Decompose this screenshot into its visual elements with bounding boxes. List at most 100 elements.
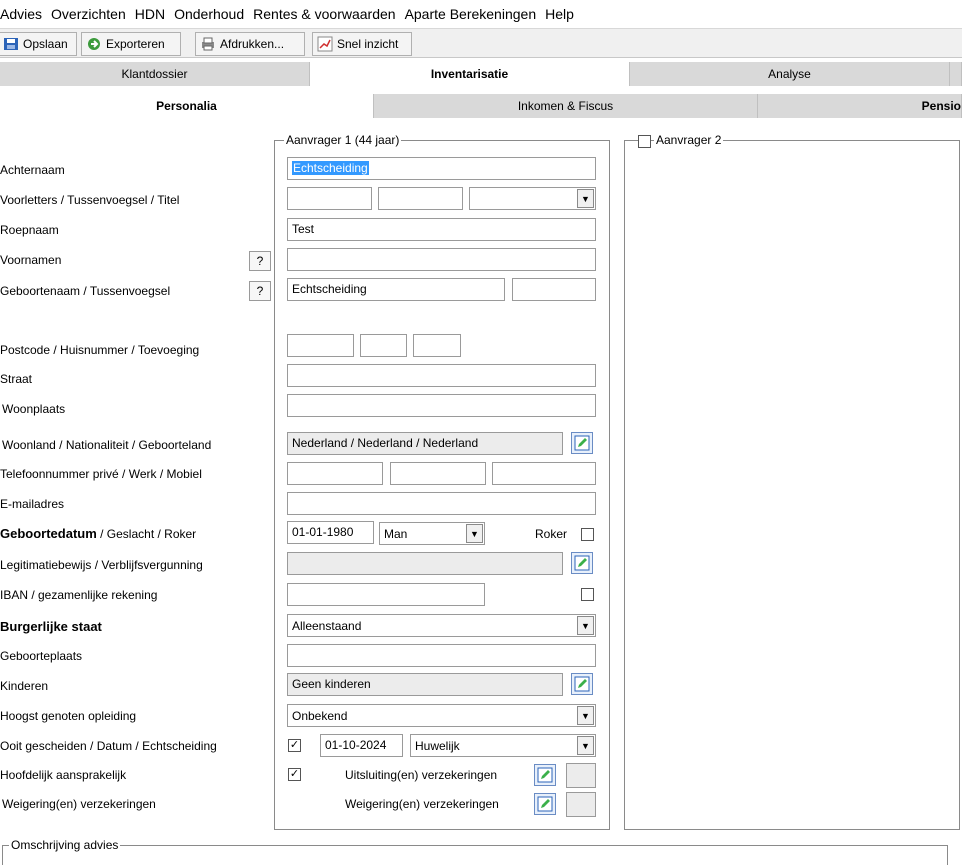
applicant1-label: Aanvrager 1 (44 jaar) bbox=[284, 133, 402, 147]
tussenvoegsel-input[interactable] bbox=[378, 187, 463, 210]
echtscheiding-select[interactable]: Huwelijk ▼ bbox=[410, 734, 596, 757]
tab-klantdossier[interactable]: Klantdossier bbox=[0, 62, 310, 86]
email-input[interactable] bbox=[287, 492, 596, 515]
label-straat: Straat bbox=[0, 372, 33, 386]
edit-icon bbox=[574, 676, 590, 692]
kinderen-input[interactable]: Geen kinderen bbox=[287, 673, 563, 696]
menu-hdn[interactable]: HDN bbox=[131, 6, 170, 22]
tab-analyse[interactable]: Analyse bbox=[630, 62, 950, 86]
burgerlijke-staat-select[interactable]: Alleenstaand ▼ bbox=[287, 614, 596, 637]
label-legitimatie: Legitimatiebewijs / Verblijfsvergunning bbox=[0, 558, 203, 572]
woonland-edit-button[interactable] bbox=[571, 432, 593, 454]
toevoeging-input[interactable] bbox=[413, 334, 461, 357]
chevron-down-icon: ▼ bbox=[577, 616, 594, 635]
telefoon-mobiel-input[interactable] bbox=[492, 462, 596, 485]
menu-onderhoud[interactable]: Onderhoud bbox=[170, 6, 249, 22]
tab-inventarisatie[interactable]: Inventarisatie bbox=[310, 62, 630, 86]
toolbar: Opslaan Exporteren Afdrukken... Snel inz… bbox=[0, 28, 962, 58]
uitsluiting-edit-button[interactable] bbox=[534, 764, 556, 786]
edit-icon bbox=[537, 767, 553, 783]
label-woonland: Woonland / Nationaliteit / Geboorteland bbox=[2, 438, 212, 452]
roepnaam-input[interactable]: Test bbox=[287, 218, 596, 241]
label-uitsluiting: Uitsluiting(en) verzekeringen bbox=[345, 768, 498, 782]
label-gescheiden: Ooit gescheiden / Datum / Echtscheiding bbox=[0, 739, 217, 753]
chevron-down-icon: ▼ bbox=[577, 706, 594, 725]
achternaam-input[interactable]: Echtscheiding bbox=[287, 157, 596, 180]
titel-select[interactable]: ▼ bbox=[469, 187, 596, 210]
applicant2-checkbox[interactable] bbox=[638, 135, 651, 148]
gezamenlijke-rekening-checkbox[interactable] bbox=[581, 588, 594, 601]
iban-input[interactable] bbox=[287, 583, 485, 606]
voornamen-input[interactable] bbox=[287, 248, 596, 271]
telefoon-werk-input[interactable] bbox=[390, 462, 486, 485]
hoofdelijk-checkbox[interactable]: ✓ bbox=[288, 768, 301, 781]
edit-icon bbox=[574, 435, 590, 451]
voornamen-help-button[interactable]: ? bbox=[249, 251, 271, 271]
voorletters-input[interactable] bbox=[287, 187, 372, 210]
geboortenaam-input[interactable]: Echtscheiding bbox=[287, 278, 505, 301]
tab-more[interactable] bbox=[950, 62, 962, 86]
export-button[interactable]: Exporteren bbox=[81, 32, 181, 56]
roker-checkbox[interactable] bbox=[581, 528, 594, 541]
export-icon bbox=[86, 36, 102, 52]
label-kinderen: Kinderen bbox=[0, 679, 49, 693]
weigering-count bbox=[566, 792, 596, 817]
menu-bar: Advies Overzichten HDN Onderhoud Rentes … bbox=[0, 0, 962, 28]
printer-icon bbox=[200, 36, 216, 52]
save-icon bbox=[3, 36, 19, 52]
geboortedatum-input[interactable]: 01-01-1980 bbox=[287, 521, 374, 544]
edit-icon bbox=[574, 555, 590, 571]
applicant2-label: Aanvrager 2 bbox=[654, 133, 724, 147]
omschrijving-group bbox=[2, 845, 948, 865]
geboortenaam-help-button[interactable]: ? bbox=[249, 281, 271, 301]
quick-insight-button[interactable]: Snel inzicht bbox=[312, 32, 412, 56]
scheidingsdatum-input[interactable]: 01-10-2024 bbox=[320, 734, 403, 757]
label-woonplaats: Woonplaats bbox=[2, 402, 66, 416]
legitimatie-edit-button[interactable] bbox=[571, 552, 593, 574]
omschrijving-label: Omschrijving advies bbox=[9, 838, 121, 852]
label-weigering: Weigering(en) verzekeringen bbox=[2, 797, 156, 811]
label-voornamen: Voornamen bbox=[0, 253, 62, 267]
tab-personalia[interactable]: Personalia bbox=[0, 94, 374, 118]
label-telefoon: Telefoonnummer privé / Werk / Mobiel bbox=[0, 467, 202, 481]
weigering-edit-button[interactable] bbox=[534, 793, 556, 815]
menu-rentes[interactable]: Rentes & voorwaarden bbox=[249, 6, 400, 22]
label-voorletters: Voorletters / Tussenvoegsel / Titel bbox=[0, 193, 180, 207]
tab-pensioen[interactable]: Pensio bbox=[758, 94, 962, 118]
straat-input[interactable] bbox=[287, 364, 596, 387]
label-iban: IBAN / gezamenlijke rekening bbox=[0, 588, 158, 602]
kinderen-edit-button[interactable] bbox=[571, 673, 593, 695]
postcode-input[interactable] bbox=[287, 334, 354, 357]
opleiding-select[interactable]: Onbekend ▼ bbox=[287, 704, 596, 727]
uitsluiting-count bbox=[566, 763, 596, 788]
chevron-down-icon: ▼ bbox=[466, 524, 483, 543]
geslacht-select[interactable]: Man ▼ bbox=[379, 522, 485, 545]
print-button[interactable]: Afdrukken... bbox=[195, 32, 305, 56]
huisnummer-input[interactable] bbox=[360, 334, 407, 357]
geboortenaam-tussenvoegsel-input[interactable] bbox=[512, 278, 596, 301]
gescheiden-checkbox[interactable]: ✓ bbox=[288, 739, 301, 752]
label-email: E-mailadres bbox=[0, 497, 65, 511]
label-opleiding: Hoogst genoten opleiding bbox=[0, 709, 137, 723]
label-achternaam: Achternaam bbox=[0, 163, 65, 177]
chart-icon bbox=[317, 36, 333, 52]
label-weigering-inline: Weigering(en) verzekeringen bbox=[345, 797, 499, 811]
telefoon-prive-input[interactable] bbox=[287, 462, 383, 485]
label-postcode: Postcode / Huisnummer / Toevoeging bbox=[0, 343, 200, 357]
woonplaats-input[interactable] bbox=[287, 394, 596, 417]
woonland-input[interactable]: Nederland / Nederland / Nederland bbox=[287, 432, 563, 455]
legitimatie-input[interactable] bbox=[287, 552, 563, 575]
tab-inkomen-fiscus[interactable]: Inkomen & Fiscus bbox=[374, 94, 758, 118]
label-roker: Roker bbox=[535, 527, 568, 541]
menu-help[interactable]: Help bbox=[541, 6, 579, 22]
menu-aparte-berekeningen[interactable]: Aparte Berekeningen bbox=[401, 6, 542, 22]
chevron-down-icon: ▼ bbox=[577, 189, 594, 208]
label-geboorteplaats: Geboorteplaats bbox=[0, 649, 83, 663]
menu-overzichten[interactable]: Overzichten bbox=[47, 6, 131, 22]
main-tabs: Klantdossier Inventarisatie Analyse bbox=[0, 62, 962, 86]
edit-icon bbox=[537, 796, 553, 812]
menu-advies[interactable]: Advies bbox=[0, 6, 47, 22]
label-roepnaam: Roepnaam bbox=[0, 223, 59, 237]
save-button[interactable]: Opslaan bbox=[0, 32, 77, 56]
geboorteplaats-input[interactable] bbox=[287, 644, 596, 667]
